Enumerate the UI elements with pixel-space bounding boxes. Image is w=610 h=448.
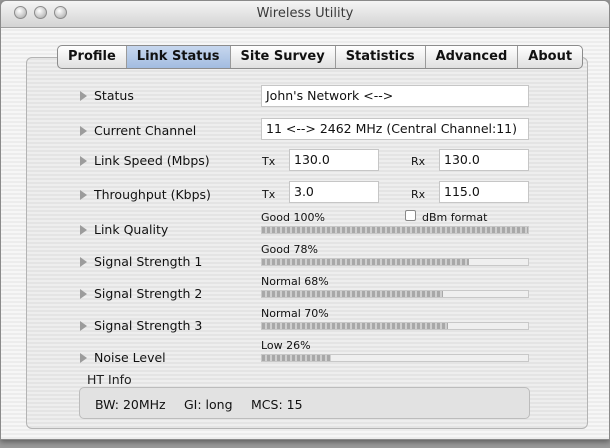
- signal-strength-3-bar: [261, 322, 529, 330]
- disclosure-triangle-icon: [80, 156, 87, 166]
- signal-strength-2-label: Signal Strength 2: [94, 286, 203, 301]
- status-row: Status: [80, 88, 134, 103]
- ht-guard-interval: GI: long: [184, 397, 233, 412]
- channel-label: Current Channel: [94, 123, 197, 138]
- channel-row: Current Channel: [80, 123, 196, 138]
- dbm-format-label: dBm format: [422, 211, 488, 224]
- tab-site-survey[interactable]: Site Survey: [231, 46, 336, 68]
- tab-link-status[interactable]: Link Status: [126, 46, 231, 68]
- link-speed-rx-label: Rx: [411, 155, 426, 168]
- noise-level-bar: [261, 354, 529, 362]
- link-quality-bar-fill: [262, 227, 528, 233]
- noise-level-label: Noise Level: [94, 350, 166, 365]
- tab-advanced[interactable]: Advanced: [426, 46, 519, 68]
- throughput-rx-label: Rx: [411, 188, 426, 201]
- disclosure-triangle-icon: [80, 289, 87, 299]
- status-field: John's Network <-->: [261, 85, 529, 107]
- disclosure-triangle-icon: [80, 91, 87, 101]
- disclosure-triangle-icon: [80, 190, 87, 200]
- tab-bar: Profile Link Status Site Survey Statisti…: [57, 45, 584, 69]
- link-quality-row: Link Quality: [80, 222, 168, 237]
- tab-profile[interactable]: Profile: [58, 46, 127, 68]
- link-speed-tx-field: 130.0: [289, 149, 379, 171]
- link-quality-bar: [261, 226, 529, 234]
- status-label: Status: [94, 88, 134, 103]
- signal-strength-1-row: Signal Strength 1: [80, 254, 202, 269]
- disclosure-triangle-icon: [80, 126, 87, 136]
- signal-strength-1-label: Signal Strength 1: [94, 254, 203, 269]
- signal-strength-2-text: Normal 68%: [261, 275, 329, 288]
- link-quality-text: Good 100%: [261, 211, 325, 224]
- signal-strength-1-bar: [261, 258, 529, 266]
- signal-strength-1-bar-fill: [262, 259, 470, 265]
- signal-strength-3-row: Signal Strength 3: [80, 318, 202, 333]
- throughput-rx-field: 115.0: [439, 181, 529, 203]
- link-speed-label: Link Speed (Mbps): [94, 153, 210, 168]
- throughput-row: Throughput (Kbps): [80, 187, 211, 202]
- dbm-format-checkbox[interactable]: [405, 210, 416, 221]
- signal-strength-3-text: Normal 70%: [261, 307, 329, 320]
- title-bar[interactable]: Wireless Utility: [1, 1, 609, 28]
- throughput-tx-field: 3.0: [289, 181, 379, 203]
- noise-level-bar-fill: [262, 355, 332, 361]
- link-quality-label: Link Quality: [94, 222, 169, 237]
- signal-strength-2-bar-fill: [262, 291, 443, 297]
- signal-strength-2-row: Signal Strength 2: [80, 286, 202, 301]
- signal-strength-3-bar-fill: [262, 323, 449, 329]
- ht-info-title: HT Info: [87, 372, 132, 387]
- signal-strength-3-label: Signal Strength 3: [94, 318, 203, 333]
- signal-strength-2-bar: [261, 290, 529, 298]
- link-speed-row: Link Speed (Mbps): [80, 153, 210, 168]
- disclosure-triangle-icon: [80, 225, 87, 235]
- disclosure-triangle-icon: [80, 321, 87, 331]
- disclosure-triangle-icon: [80, 257, 87, 267]
- tab-about[interactable]: About: [518, 46, 582, 68]
- link-speed-rx-field: 130.0: [439, 149, 529, 171]
- ht-bandwidth: BW: 20MHz: [95, 397, 166, 412]
- noise-level-row: Noise Level: [80, 350, 166, 365]
- link-speed-tx-label: Tx: [262, 155, 276, 168]
- throughput-label: Throughput (Kbps): [94, 187, 211, 202]
- throughput-tx-label: Tx: [262, 188, 276, 201]
- disclosure-triangle-icon: [80, 353, 87, 363]
- tab-statistics[interactable]: Statistics: [336, 46, 426, 68]
- window-title: Wireless Utility: [256, 6, 354, 21]
- noise-level-text: Low 26%: [261, 339, 311, 352]
- ht-mcs: MCS: 15: [251, 397, 303, 412]
- channel-field: 11 <--> 2462 MHz (Central Channel:11): [261, 118, 529, 140]
- signal-strength-1-text: Good 78%: [261, 243, 318, 256]
